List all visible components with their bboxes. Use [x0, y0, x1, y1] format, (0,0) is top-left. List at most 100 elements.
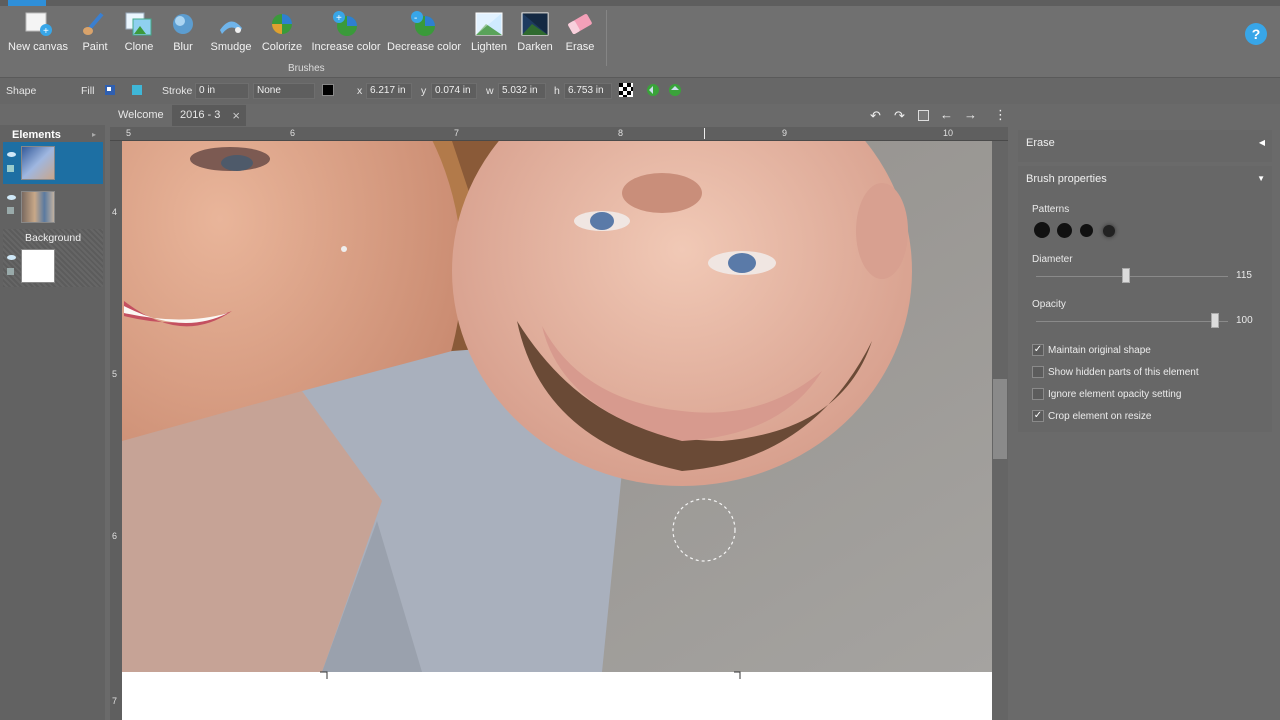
- maintain-shape-checkbox-row[interactable]: ✓ Maintain original shape: [1032, 344, 1151, 356]
- new-canvas-button[interactable]: + New canvas: [8, 10, 68, 64]
- ruler-label: 7: [454, 128, 460, 138]
- lock-icon[interactable]: [7, 207, 14, 214]
- collapse-arrow-icon[interactable]: ◀: [1259, 138, 1265, 147]
- elements-panel: Elements ▸ Background: [0, 125, 105, 720]
- brushes-group-label: Brushes: [288, 63, 325, 74]
- colorize-icon: [267, 10, 297, 38]
- y-label: y: [421, 85, 427, 97]
- fill-picker-icon[interactable]: [104, 84, 116, 96]
- lock-icon[interactable]: [7, 165, 14, 172]
- vertical-scrollbar[interactable]: [992, 141, 1008, 720]
- new-canvas-icon: +: [23, 10, 53, 38]
- fill-color-swatch[interactable]: [132, 85, 142, 95]
- svg-text:+: +: [336, 13, 342, 24]
- w-field[interactable]: 5.032 in: [498, 83, 546, 99]
- lighten-button[interactable]: Lighten: [471, 10, 507, 64]
- pattern-hard-icon[interactable]: [1034, 222, 1050, 238]
- background-layer-label: Background: [25, 232, 82, 244]
- undo-icon[interactable]: ↶: [870, 108, 881, 124]
- close-icon[interactable]: ×: [232, 108, 240, 123]
- stroke-style-select[interactable]: None: [253, 83, 315, 99]
- pattern-soft-icon[interactable]: [1080, 224, 1093, 237]
- ignore-opacity-checkbox-row[interactable]: Ignore element opacity setting: [1032, 388, 1181, 400]
- more-options-icon[interactable]: ⋮: [994, 107, 1007, 123]
- crop-on-resize-checkbox-row[interactable]: ✓ Crop element on resize: [1032, 410, 1151, 422]
- ignore-opacity-checkbox[interactable]: [1032, 388, 1044, 400]
- back-arrow-icon[interactable]: ←: [940, 107, 953, 122]
- darken-button[interactable]: Darken: [517, 10, 553, 64]
- maintain-shape-checkbox[interactable]: ✓: [1032, 344, 1044, 356]
- flip-horizontal-icon[interactable]: [646, 83, 660, 97]
- properties-panel: Erase ◀ Brush properties ▼ Patterns Diam…: [1018, 130, 1272, 436]
- checkbox-label: Show hidden parts of this element: [1048, 366, 1199, 378]
- blur-button[interactable]: Blur: [170, 10, 196, 64]
- ruler-cursor-marker: [704, 128, 705, 139]
- show-hidden-checkbox[interactable]: [1032, 366, 1044, 378]
- diameter-slider[interactable]: [1036, 276, 1228, 277]
- paint-button[interactable]: Paint: [80, 10, 110, 64]
- canvas-area[interactable]: [122, 141, 992, 720]
- darken-icon: [520, 10, 550, 38]
- pattern-softest-icon[interactable]: [1103, 225, 1115, 237]
- layer-thumbnail: [21, 191, 55, 223]
- ruler-label: 7: [112, 696, 118, 706]
- opacity-slider[interactable]: [1036, 321, 1228, 322]
- ruler-label: 4: [112, 207, 118, 217]
- decrease-color-icon: -: [409, 10, 439, 38]
- erase-button[interactable]: Erase: [566, 10, 594, 64]
- layer-thumbnail: [21, 146, 55, 180]
- property-bar: Shape Fill Stroke 0 in None x 6.217 in y…: [0, 78, 1280, 104]
- h-field[interactable]: 6.753 in: [564, 83, 612, 99]
- layer-item[interactable]: [3, 187, 103, 227]
- horizontal-ruler: 5 6 7 8 9 10: [110, 127, 1008, 141]
- forward-arrow-icon[interactable]: →: [964, 107, 977, 122]
- y-field[interactable]: 0.074 in: [431, 83, 477, 99]
- stroke-label: Stroke: [162, 85, 193, 97]
- crop-on-resize-checkbox[interactable]: ✓: [1032, 410, 1044, 422]
- checkbox-label: Ignore element opacity setting: [1048, 388, 1182, 400]
- stroke-color-swatch[interactable]: [322, 84, 334, 96]
- smudge-button[interactable]: Smudge: [210, 10, 252, 64]
- visibility-icon[interactable]: [7, 255, 16, 260]
- help-icon[interactable]: ?: [1245, 23, 1267, 45]
- decrease-color-button[interactable]: - Decrease color: [387, 10, 461, 64]
- layer-thumbnail: [21, 249, 55, 283]
- lock-icon[interactable]: [7, 268, 14, 275]
- photo-element[interactable]: [122, 141, 992, 720]
- erase-section[interactable]: Erase ◀: [1018, 130, 1272, 162]
- layer-item-selected[interactable]: [3, 142, 103, 184]
- flip-vertical-icon[interactable]: [668, 83, 682, 97]
- show-hidden-checkbox-row[interactable]: Show hidden parts of this element: [1032, 366, 1199, 378]
- stroke-width-field[interactable]: 0 in: [195, 83, 249, 99]
- redo-icon[interactable]: ↷: [894, 108, 905, 124]
- ruler-label: 6: [112, 531, 118, 541]
- ribbon-separator: [606, 10, 607, 66]
- document-tabs: Welcome 2016 - 3 × ↶ ↷ ← → ⋮: [110, 105, 1010, 127]
- colorize-button[interactable]: Colorize: [262, 10, 302, 64]
- clone-button[interactable]: Clone: [123, 10, 155, 64]
- scrollbar-thumb[interactable]: [993, 379, 1007, 459]
- tab-2016-3[interactable]: 2016 - 3 ×: [172, 105, 246, 126]
- diameter-slider-knob[interactable]: [1122, 268, 1130, 283]
- expand-arrow-icon[interactable]: ▼: [1257, 174, 1265, 183]
- pattern-medium-icon[interactable]: [1057, 223, 1072, 238]
- visibility-icon[interactable]: [7, 195, 16, 200]
- opacity-label: Opacity: [1032, 299, 1066, 310]
- visibility-icon[interactable]: [7, 152, 16, 157]
- x-field[interactable]: 6.217 in: [366, 83, 412, 99]
- x-label: x: [357, 85, 363, 97]
- patterns-label: Patterns: [1032, 204, 1070, 215]
- diameter-value: 115: [1236, 270, 1252, 281]
- increase-color-button[interactable]: + Increase color: [311, 10, 381, 64]
- vertical-ruler: 4 5 6 7: [110, 141, 122, 720]
- layer-item-background[interactable]: Background: [3, 229, 103, 287]
- save-icon[interactable]: [918, 110, 929, 121]
- tab-welcome[interactable]: Welcome: [110, 105, 172, 126]
- opacity-value: 100: [1236, 315, 1253, 326]
- smudge-icon: [216, 10, 246, 38]
- eraser-icon: [565, 10, 595, 38]
- transparency-icon[interactable]: [619, 83, 633, 97]
- panel-collapse-icon[interactable]: ▸: [92, 130, 96, 139]
- opacity-slider-knob[interactable]: [1211, 313, 1219, 328]
- ruler-label: 6: [290, 128, 296, 138]
